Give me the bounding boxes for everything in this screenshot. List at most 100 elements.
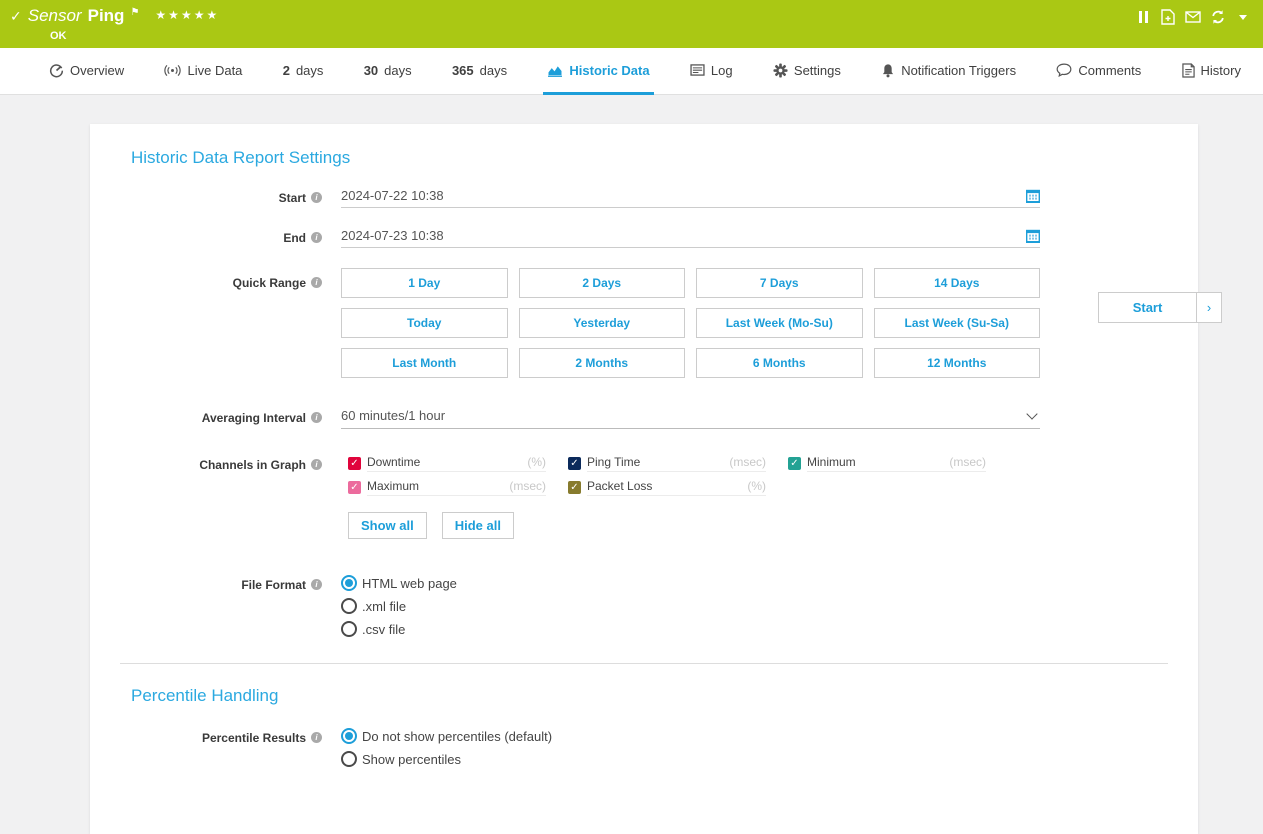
log-list-icon bbox=[690, 64, 705, 76]
quick-range-1-day-button[interactable]: 1 Day bbox=[341, 268, 508, 298]
start-report-button[interactable]: Start bbox=[1098, 292, 1197, 323]
email-icon[interactable] bbox=[1185, 9, 1201, 25]
gauge-icon bbox=[49, 63, 64, 78]
live-signal-icon bbox=[164, 64, 181, 77]
tab-30-days[interactable]: 30 days bbox=[360, 48, 416, 95]
start-report-chevron-button[interactable]: › bbox=[1197, 292, 1222, 323]
tab-2-days[interactable]: 2 days bbox=[279, 48, 328, 95]
gear-icon bbox=[773, 63, 788, 78]
hide-all-button[interactable]: Hide all bbox=[442, 512, 514, 539]
quick-range-label: Quick Range bbox=[233, 276, 306, 290]
calendar-icon[interactable] bbox=[1026, 189, 1040, 203]
channel-maximum: ✓ Maximum(msec) bbox=[348, 479, 546, 496]
channel-checkbox[interactable]: ✓ bbox=[568, 457, 581, 470]
start-date-input[interactable]: 2024-07-22 10:38 bbox=[341, 188, 1040, 208]
tab-log[interactable]: Log bbox=[686, 48, 737, 95]
radio-icon bbox=[341, 751, 357, 767]
priority-stars[interactable]: ★★★★★ bbox=[155, 8, 219, 22]
object-type-label: Sensor bbox=[28, 6, 82, 26]
channel-checkbox[interactable]: ✓ bbox=[348, 481, 361, 494]
channel-packet-loss: ✓ Packet Loss(%) bbox=[568, 479, 766, 496]
percentile-results-label: Percentile Results bbox=[202, 731, 306, 745]
channel-downtime: ✓ Downtime(%) bbox=[348, 455, 546, 472]
averaging-interval-label: Averaging Interval bbox=[202, 411, 306, 425]
tab-historic-data[interactable]: Historic Data bbox=[543, 48, 653, 95]
status-badge: OK bbox=[50, 30, 219, 42]
start-label: Start bbox=[279, 191, 306, 205]
info-icon[interactable]: i bbox=[311, 732, 322, 743]
info-icon[interactable]: i bbox=[311, 412, 322, 423]
sensor-header: ✓ Sensor Ping ⚑ ★★★★★ OK bbox=[0, 0, 1263, 48]
channel-minimum: ✓ Minimum(msec) bbox=[788, 455, 986, 472]
quick-range-yesterday-button[interactable]: Yesterday bbox=[519, 308, 686, 338]
info-icon[interactable]: i bbox=[311, 277, 322, 288]
tab-notification-triggers[interactable]: Notification Triggers bbox=[877, 48, 1020, 95]
start-row: Start i 2024-07-22 10:38 bbox=[90, 188, 1168, 208]
file-format-label: File Format bbox=[241, 578, 306, 592]
info-icon[interactable]: i bbox=[311, 232, 322, 243]
bell-icon bbox=[881, 63, 895, 78]
history-page-icon bbox=[1182, 63, 1195, 78]
show-all-button[interactable]: Show all bbox=[348, 512, 427, 539]
quick-range-last-week-su-sa-button[interactable]: Last Week (Su-Sa) bbox=[874, 308, 1041, 338]
file-format-html-radio[interactable]: HTML web page bbox=[341, 575, 1040, 591]
quick-range-last-month-button[interactable]: Last Month bbox=[341, 348, 508, 378]
flag-icon[interactable]: ⚑ bbox=[130, 7, 139, 18]
status-ok-icon: ✓ bbox=[10, 8, 22, 25]
averaging-interval-select[interactable]: 60 minutes/1 hour bbox=[341, 408, 1040, 429]
comment-bubble-icon bbox=[1056, 63, 1072, 77]
channel-ping-time: ✓ Ping Time(msec) bbox=[568, 455, 766, 472]
channel-checkbox[interactable]: ✓ bbox=[568, 481, 581, 494]
file-format-row: File Format i HTML web page .xml file . bbox=[90, 575, 1168, 637]
file-format-xml-radio[interactable]: .xml file bbox=[341, 598, 1040, 614]
percentile-title: Percentile Handling bbox=[131, 686, 1168, 706]
tab-overview[interactable]: Overview bbox=[45, 48, 128, 95]
pause-icon[interactable] bbox=[1135, 9, 1151, 25]
info-icon[interactable]: i bbox=[311, 459, 322, 470]
quick-range-last-week-mo-su-button[interactable]: Last Week (Mo-Su) bbox=[696, 308, 863, 338]
tab-settings[interactable]: Settings bbox=[769, 48, 845, 95]
context-menu-caret-icon[interactable] bbox=[1235, 9, 1251, 25]
tab-bar: Overview Live Data 2 days 30 days 365 da… bbox=[0, 48, 1263, 95]
tab-comments[interactable]: Comments bbox=[1052, 48, 1145, 95]
report-settings-title: Historic Data Report Settings bbox=[131, 148, 1168, 168]
quick-range-12-months-button[interactable]: 12 Months bbox=[874, 348, 1041, 378]
quick-range-14-days-button[interactable]: 14 Days bbox=[874, 268, 1041, 298]
radio-icon bbox=[341, 575, 357, 591]
section-divider bbox=[120, 663, 1168, 664]
chevron-down-icon bbox=[1026, 408, 1037, 419]
settings-card: Historic Data Report Settings Start i 20… bbox=[90, 124, 1198, 834]
area-chart-icon bbox=[547, 64, 563, 77]
quick-range-2-months-button[interactable]: 2 Months bbox=[519, 348, 686, 378]
end-label: End bbox=[283, 231, 306, 245]
report-icon[interactable] bbox=[1160, 9, 1176, 25]
end-date-input[interactable]: 2024-07-23 10:38 bbox=[341, 228, 1040, 248]
quick-range-today-button[interactable]: Today bbox=[341, 308, 508, 338]
refresh-icon[interactable] bbox=[1210, 9, 1226, 25]
file-format-csv-radio[interactable]: .csv file bbox=[341, 621, 1040, 637]
percentile-results-row: Percentile Results i Do not show percent… bbox=[90, 728, 1168, 767]
info-icon[interactable]: i bbox=[311, 579, 322, 590]
sensor-name: Ping bbox=[88, 6, 125, 26]
calendar-icon[interactable] bbox=[1026, 229, 1040, 243]
tab-365-days[interactable]: 365 days bbox=[448, 48, 511, 95]
channel-checkbox[interactable]: ✓ bbox=[788, 457, 801, 470]
channels-label: Channels in Graph bbox=[199, 458, 306, 472]
info-icon[interactable]: i bbox=[311, 192, 322, 203]
tab-live-data[interactable]: Live Data bbox=[160, 48, 246, 95]
quick-range-row: Quick Range i 1 Day 2 Days 7 Days 14 Day… bbox=[90, 268, 1168, 378]
averaging-interval-row: Averaging Interval i 60 minutes/1 hour bbox=[90, 408, 1168, 429]
tab-history[interactable]: History bbox=[1178, 48, 1245, 95]
quick-range-2-days-button[interactable]: 2 Days bbox=[519, 268, 686, 298]
radio-icon bbox=[341, 728, 357, 744]
radio-icon bbox=[341, 598, 357, 614]
quick-range-7-days-button[interactable]: 7 Days bbox=[696, 268, 863, 298]
percentile-show-radio[interactable]: Show percentiles bbox=[341, 751, 1040, 767]
percentile-hide-radio[interactable]: Do not show percentiles (default) bbox=[341, 728, 1040, 744]
quick-range-6-months-button[interactable]: 6 Months bbox=[696, 348, 863, 378]
end-row: End i 2024-07-23 10:38 bbox=[90, 228, 1168, 248]
channels-row: Channels in Graph i ✓ Downtime(%) ✓ Ping… bbox=[90, 455, 1168, 539]
channel-checkbox[interactable]: ✓ bbox=[348, 457, 361, 470]
run-report-controls: Start › bbox=[1098, 292, 1222, 323]
radio-icon bbox=[341, 621, 357, 637]
